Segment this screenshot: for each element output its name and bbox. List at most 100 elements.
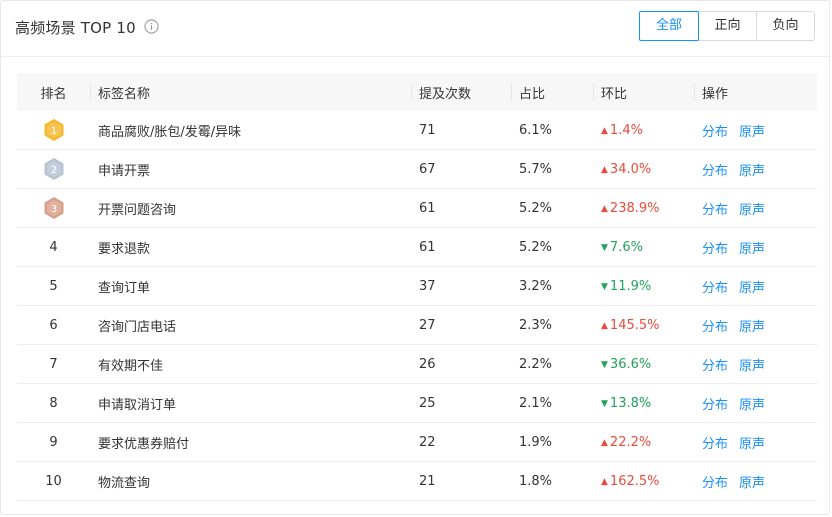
mention-count-cell: 21: [411, 461, 511, 501]
arrow-up-icon: ▲: [601, 164, 608, 175]
original-voice-link[interactable]: 原声: [739, 437, 765, 452]
rank-cell: 5: [17, 266, 90, 306]
distribution-link[interactable]: 分布: [702, 398, 728, 413]
scene-panel: 高频场景 TOP 10 全部 正向 负向 排名 标签名称 提及次数 占比 环比 …: [0, 0, 830, 515]
distribution-link[interactable]: 分布: [702, 281, 728, 296]
change-value: 34.0%: [609, 161, 652, 177]
tag-name-cell: 要求退款: [90, 227, 411, 267]
tag-name-cell: 咨询门店电话: [90, 305, 411, 345]
silver-medal-icon: 2: [44, 158, 63, 180]
rank-number: 7: [49, 356, 58, 372]
distribution-link[interactable]: 分布: [702, 437, 728, 452]
change-value: 1.4%: [609, 122, 643, 138]
actions-cell: 分布 原声: [694, 266, 817, 306]
tag-name-cell: 申请开票: [90, 149, 411, 189]
change-value: 22.2%: [609, 434, 652, 450]
sentiment-filter: 全部 正向 负向: [639, 11, 815, 41]
table-row: 2 申请开票 67 5.7% ▲ 34.0% 分布 原声: [17, 149, 817, 189]
table-row: 7 有效期不佳 26 2.2% ▼ 36.6% 分布 原声: [17, 344, 817, 384]
actions-cell: 分布 原声: [694, 344, 817, 384]
distribution-link[interactable]: 分布: [702, 359, 728, 374]
mention-count-cell: 37: [411, 266, 511, 306]
change-cell: ▲ 145.5%: [593, 305, 694, 345]
mention-count-cell: 22: [411, 422, 511, 462]
table-row: 9 要求优惠券赔付 22 1.9% ▲ 22.2% 分布 原声: [17, 422, 817, 462]
filter-positive-button[interactable]: 正向: [698, 12, 756, 40]
filter-all-button[interactable]: 全部: [639, 11, 699, 41]
rank-cell: 6: [17, 305, 90, 345]
rank-number: 9: [49, 434, 58, 450]
original-voice-link[interactable]: 原声: [739, 203, 765, 218]
filter-negative-button[interactable]: 负向: [756, 12, 814, 40]
arrow-down-icon: ▼: [601, 359, 608, 370]
tag-name-cell: 查询订单: [90, 266, 411, 306]
gold-medal-icon: 1: [44, 119, 63, 141]
distribution-link[interactable]: 分布: [702, 242, 728, 257]
change-value: 162.5%: [609, 473, 660, 489]
change-value: 13.8%: [609, 395, 652, 411]
ranking-table: 排名 标签名称 提及次数 占比 环比 操作 1 商品腐败/胀包/发霉/异味 71 6.…: [17, 73, 817, 501]
ratio-cell: 2.3%: [511, 305, 593, 345]
medal-rank-number: 1: [50, 126, 56, 137]
col-header-count: 提及次数: [411, 73, 511, 111]
original-voice-link[interactable]: 原声: [739, 320, 765, 335]
change-cell: ▲ 34.0%: [593, 149, 694, 189]
original-voice-link[interactable]: 原声: [739, 242, 765, 257]
ratio-cell: 1.8%: [511, 461, 593, 501]
change-value: 36.6%: [609, 356, 652, 372]
change-value: 238.9%: [609, 200, 660, 216]
arrow-up-icon: ▲: [601, 203, 608, 214]
tag-name-cell: 要求优惠券赔付: [90, 422, 411, 462]
table-header-row: 排名 标签名称 提及次数 占比 环比 操作: [17, 73, 817, 111]
col-header-ratio: 占比: [511, 73, 593, 111]
change-cell: ▼ 11.9%: [593, 266, 694, 306]
distribution-link[interactable]: 分布: [702, 476, 728, 491]
arrow-down-icon: ▼: [601, 281, 608, 292]
change-cell: ▲ 22.2%: [593, 422, 694, 462]
medal-rank-number: 3: [50, 204, 56, 215]
original-voice-link[interactable]: 原声: [739, 476, 765, 491]
tag-name-cell: 有效期不佳: [90, 344, 411, 384]
rank-number: 10: [45, 473, 62, 489]
actions-cell: 分布 原声: [694, 305, 817, 345]
mention-count-cell: 61: [411, 188, 511, 228]
ratio-cell: 5.2%: [511, 188, 593, 228]
col-header-rank: 排名: [17, 73, 90, 111]
rank-cell: 3: [17, 188, 90, 228]
tag-name-cell: 物流查询: [90, 461, 411, 501]
arrow-up-icon: ▲: [601, 437, 608, 448]
original-voice-link[interactable]: 原声: [739, 164, 765, 179]
original-voice-link[interactable]: 原声: [739, 281, 765, 296]
distribution-link[interactable]: 分布: [702, 164, 728, 179]
ratio-cell: 5.2%: [511, 227, 593, 267]
actions-cell: 分布 原声: [694, 461, 817, 501]
table-row: 8 申请取消订单 25 2.1% ▼ 13.8% 分布 原声: [17, 383, 817, 423]
table-row: 10 物流查询 21 1.8% ▲ 162.5% 分布 原声: [17, 461, 817, 501]
rank-cell: 1: [17, 111, 90, 150]
original-voice-link[interactable]: 原声: [739, 359, 765, 374]
rank-cell: 9: [17, 422, 90, 462]
change-value: 145.5%: [609, 317, 660, 333]
arrow-up-icon: ▲: [601, 320, 608, 331]
info-icon[interactable]: [144, 19, 159, 34]
distribution-link[interactable]: 分布: [702, 203, 728, 218]
change-value: 7.6%: [609, 239, 643, 255]
change-value: 11.9%: [609, 278, 652, 294]
mention-count-cell: 67: [411, 149, 511, 189]
change-cell: ▼ 7.6%: [593, 227, 694, 267]
ratio-cell: 5.7%: [511, 149, 593, 189]
original-voice-link[interactable]: 原声: [739, 398, 765, 413]
arrow-down-icon: ▼: [601, 242, 608, 253]
medal-rank-number: 2: [50, 165, 56, 176]
rank-cell: 8: [17, 383, 90, 423]
change-cell: ▼ 36.6%: [593, 344, 694, 384]
table-row: 1 商品腐败/胀包/发霉/异味 71 6.1% ▲ 1.4% 分布 原声: [17, 111, 817, 150]
distribution-link[interactable]: 分布: [702, 125, 728, 140]
original-voice-link[interactable]: 原声: [739, 125, 765, 140]
actions-cell: 分布 原声: [694, 383, 817, 423]
ratio-cell: 2.1%: [511, 383, 593, 423]
table-row: 6 咨询门店电话 27 2.3% ▲ 145.5% 分布 原声: [17, 305, 817, 345]
distribution-link[interactable]: 分布: [702, 320, 728, 335]
arrow-down-icon: ▼: [601, 398, 608, 409]
col-header-actions: 操作: [694, 73, 817, 111]
